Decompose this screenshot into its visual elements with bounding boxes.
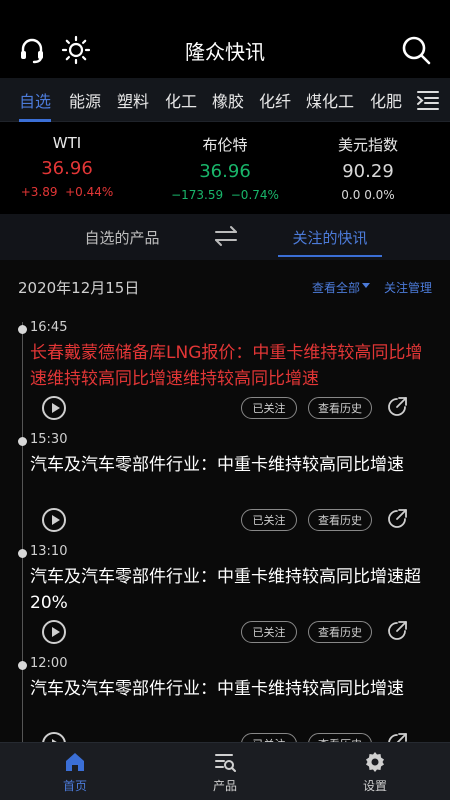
- timeline-line: [22, 322, 23, 742]
- tab-favorites[interactable]: 自选: [19, 88, 51, 112]
- tab-coal-chemicals[interactable]: 煤化工: [306, 88, 354, 112]
- news-date: 2020年12月15日: [18, 279, 140, 297]
- nav-label: 产品: [212, 779, 237, 793]
- news-time: 15:30: [30, 432, 68, 447]
- index-brent[interactable]: 布伦特 36.96 −173.59 −0.74%: [150, 134, 300, 202]
- timeline-dot: [18, 437, 27, 446]
- nav-label: 设置: [362, 779, 387, 793]
- followed-button[interactable]: 已关注: [241, 621, 297, 643]
- follow-manage-link[interactable]: 关注管理: [384, 279, 432, 296]
- gear-icon: [364, 751, 386, 773]
- share-icon[interactable]: [386, 508, 408, 530]
- news-time: 13:10: [30, 544, 68, 559]
- nav-settings[interactable]: 设置: [330, 751, 420, 794]
- index-change: +3.89 +0.44%: [20, 185, 114, 199]
- index-name: WTI: [52, 134, 82, 152]
- play-icon[interactable]: [42, 508, 66, 532]
- app-title: 隆众快讯: [185, 40, 265, 64]
- bottom-nav: 首页 产品 设置: [0, 742, 450, 800]
- news-text[interactable]: 汽车及汽车零部件行业：中重卡维持较高同比增速: [30, 676, 434, 702]
- news-text[interactable]: 长春戴蒙德储备库LNG报价：中重卡维持较高同比增速维持较高同比增速维持较高同比增…: [30, 340, 434, 392]
- toggle-indicator: [278, 255, 382, 257]
- followed-button[interactable]: 已关注: [241, 509, 297, 531]
- index-dollar[interactable]: 美元指数 90.29 0.0 0.0%: [293, 134, 443, 202]
- tab-chemicals[interactable]: 化工: [165, 88, 197, 112]
- play-icon[interactable]: [42, 732, 66, 742]
- index-name: 布伦特: [202, 136, 248, 154]
- toggle-my-products[interactable]: 自选的产品: [48, 227, 196, 248]
- product-list-icon: [214, 751, 236, 773]
- view-history-button[interactable]: 查看历史: [308, 509, 372, 531]
- share-icon[interactable]: [386, 732, 408, 742]
- view-history-button[interactable]: 查看历史: [308, 621, 372, 643]
- tab-fertilizer[interactable]: 化肥: [370, 88, 402, 112]
- play-icon[interactable]: [42, 620, 66, 644]
- index-value: 36.96: [41, 158, 93, 179]
- tabs-menu-icon[interactable]: [416, 89, 440, 111]
- play-icon[interactable]: [42, 396, 66, 420]
- view-history-button[interactable]: 查看历史: [308, 397, 372, 419]
- followed-button[interactable]: 已关注: [241, 397, 297, 419]
- news-text[interactable]: 汽车及汽车零部件行业：中重卡维持较高同比增速: [30, 452, 434, 478]
- timeline-dot: [18, 549, 27, 558]
- home-icon: [64, 751, 86, 773]
- category-tabs: 自选 能源 塑料 化工 橡胶 化纤 煤化工 化肥: [0, 78, 450, 122]
- index-change: −173.59 −0.74%: [171, 188, 279, 202]
- news-feed: 16:45 长春戴蒙德储备库LNG报价：中重卡维持较高同比增速维持较高同比增速维…: [0, 310, 450, 742]
- index-value: 36.96: [199, 161, 251, 182]
- news-time: 12:00: [30, 656, 68, 671]
- tab-rubber[interactable]: 橡胶: [212, 88, 244, 112]
- news-time: 16:45: [30, 320, 68, 335]
- date-row: 2020年12月15日 查看全部 关注管理: [0, 260, 450, 310]
- nav-label: 首页: [62, 779, 87, 793]
- search-icon[interactable]: [400, 34, 432, 66]
- tab-energy[interactable]: 能源: [69, 88, 101, 112]
- toggle-followed-news[interactable]: 关注的快讯: [276, 227, 384, 248]
- tab-chemical-fiber[interactable]: 化纤: [259, 88, 291, 112]
- followed-button[interactable]: 已关注: [241, 733, 297, 742]
- swap-icon[interactable]: [212, 224, 240, 248]
- timeline-dot: [18, 661, 27, 670]
- view-history-button[interactable]: 查看历史: [308, 733, 372, 742]
- market-indices: WTI 36.96 +3.89 +0.44% 布伦特 36.96 −173.59…: [0, 122, 450, 214]
- timeline-dot: [18, 325, 27, 334]
- index-value: 90.29: [342, 161, 394, 182]
- index-name: 美元指数: [337, 136, 398, 154]
- caret-down-icon[interactable]: [362, 283, 370, 288]
- share-icon[interactable]: [386, 620, 408, 642]
- news-text[interactable]: 汽车及汽车零部件行业：中重卡维持较高同比增速超20%: [30, 564, 434, 616]
- tab-plastics[interactable]: 塑料: [117, 88, 149, 112]
- index-change: 0.0 0.0%: [341, 188, 395, 202]
- nav-products[interactable]: 产品: [180, 751, 270, 794]
- nav-home[interactable]: 首页: [30, 751, 120, 794]
- app-header: 隆众快讯: [0, 0, 450, 78]
- view-all-link[interactable]: 查看全部: [312, 279, 360, 296]
- index-wti[interactable]: WTI 36.96 +3.89 +0.44%: [0, 134, 142, 199]
- share-icon[interactable]: [386, 396, 408, 418]
